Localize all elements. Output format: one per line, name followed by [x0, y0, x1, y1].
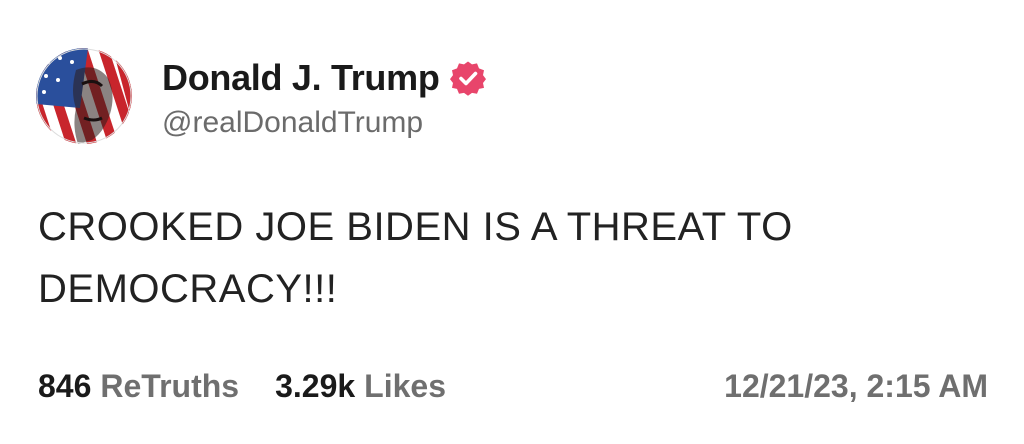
avatar-icon	[36, 48, 132, 144]
post-timestamp[interactable]: 12/21/23, 2:15 AM	[724, 368, 988, 405]
author-name-row: Donald J. Trump	[162, 54, 486, 102]
retruths-stat[interactable]: 846 ReTruths	[38, 368, 239, 405]
verified-badge-icon	[449, 60, 486, 96]
post-text-line: DEMOCRACY!!!	[38, 267, 338, 311]
likes-label: Likes	[364, 368, 446, 404]
post-body: CROOKED JOE BIDEN IS A THREAT TO DEMOCRA…	[38, 196, 938, 320]
post-footer: 846 ReTruths 3.29k Likes 12/21/23, 2:15 …	[38, 368, 988, 412]
retruths-count: 846	[38, 368, 92, 404]
post-stats: 846 ReTruths 3.29k Likes	[38, 368, 482, 405]
post-card: Donald J. Trump @realDonaldTrump CROOKED…	[0, 0, 1024, 444]
author-handle[interactable]: @realDonaldTrump	[162, 106, 423, 140]
author-display-name[interactable]: Donald J. Trump	[162, 57, 440, 99]
likes-stat[interactable]: 3.29k Likes	[275, 368, 446, 405]
retruths-label: ReTruths	[100, 368, 240, 404]
avatar[interactable]	[36, 48, 132, 144]
likes-count: 3.29k	[275, 368, 356, 404]
post-text-line: CROOKED JOE BIDEN IS A THREAT TO	[38, 205, 793, 249]
